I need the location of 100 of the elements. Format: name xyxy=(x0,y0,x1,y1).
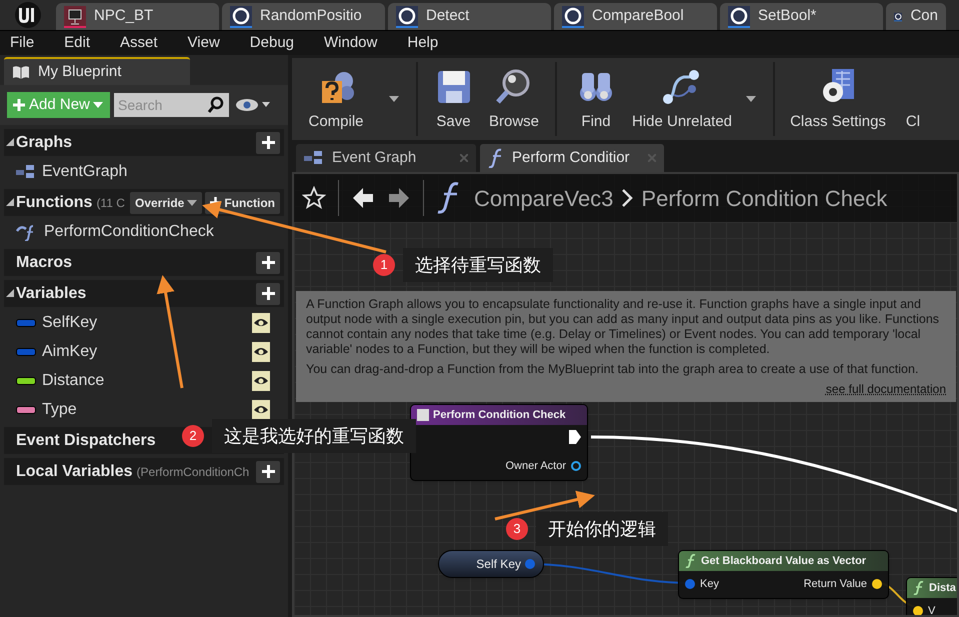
section-title: Local Variables xyxy=(16,462,133,482)
plus-icon xyxy=(12,98,26,112)
plus-icon xyxy=(262,256,274,269)
graph-tab[interactable]: Event Graph xyxy=(296,144,476,172)
book-icon xyxy=(12,65,30,79)
section-header[interactable]: Graphs xyxy=(4,129,284,156)
menu-item[interactable]: File xyxy=(10,32,34,54)
menu-item[interactable]: Edit xyxy=(64,32,90,54)
menu-item[interactable]: Window xyxy=(324,32,378,54)
section-title: Variables xyxy=(16,284,86,304)
plus-icon xyxy=(262,465,274,478)
toolbar-button[interactable]: Compile xyxy=(292,58,380,140)
node-icon xyxy=(417,409,429,421)
toolbar-button[interactable]: Save xyxy=(426,58,481,140)
document-tab[interactable]: RandomPositio xyxy=(222,3,385,30)
graph-icon xyxy=(304,151,324,165)
section-note: (11 C xyxy=(96,194,125,212)
tree-item[interactable]: EventGraph xyxy=(4,158,284,185)
pin-label: V xyxy=(928,604,936,615)
section-header[interactable]: Variables xyxy=(4,280,284,307)
document-tab[interactable]: CompareBool xyxy=(554,3,717,30)
tooltip-text: A Function Graph allows you to encapsulate functionality and re-use it. Function graphs have a single input and output node with a single execution pin, but you can add as many input and output data pins as you like. Functions cannot contain any nodes that take time (e.g. Delay or Timelines) or Event nodes. You can add temporary 'local variable' nodes to a Function, but they will be wiped when the function is completed. xyxy=(306,297,940,357)
chevron-icon xyxy=(621,188,634,208)
tooltip-text: You can drag-and-drop a Function from the MyBlueprint tab into the graph area to create a use of that function. xyxy=(306,362,920,377)
eye-icon xyxy=(252,342,270,362)
add-button[interactable] xyxy=(256,132,280,154)
breadcrumb-item[interactable]: CompareVec3 xyxy=(474,182,614,214)
document-tab[interactable]: Detect xyxy=(388,3,551,30)
add-button[interactable] xyxy=(256,252,280,274)
section-title: Functions xyxy=(16,192,92,212)
function-entry-node[interactable]: Perform Condition Check Owner Actor xyxy=(410,404,588,480)
search-field[interactable]: Search xyxy=(114,93,229,117)
section-header[interactable]: Local Variables (PerformConditionCh xyxy=(4,458,284,485)
ring-icon xyxy=(728,6,750,28)
eye-icon xyxy=(252,370,270,390)
variable-node[interactable]: Self Key xyxy=(438,550,544,578)
behavior-tree-icon xyxy=(64,6,86,28)
graph-tab[interactable]: Perform Conditior xyxy=(480,144,664,172)
document-tab[interactable]: NPC_BT xyxy=(56,3,219,30)
eye-icon xyxy=(252,312,270,332)
menu-item[interactable]: Help xyxy=(407,32,438,54)
section-title: Graphs xyxy=(16,132,72,152)
ring-icon xyxy=(396,6,418,28)
pin-label: Owner Actor xyxy=(505,459,566,474)
close-icon xyxy=(460,154,468,162)
breadcrumb-item[interactable]: Perform Condition Check xyxy=(641,182,888,214)
toolbar-button[interactable]: Class Settings xyxy=(783,58,893,140)
star-icon xyxy=(302,186,326,210)
tree-item[interactable]: SelfKey xyxy=(4,309,284,336)
section-note: (PerformConditionCh xyxy=(136,464,250,480)
forward-arrow-icon xyxy=(387,186,411,210)
function-node[interactable]: Get Blackboard Value as Vector Key Return Value xyxy=(678,550,889,598)
tree-item[interactable]: AimKey xyxy=(4,338,284,365)
graph-icon xyxy=(16,164,36,178)
menu-item[interactable]: Debug xyxy=(250,32,294,54)
function-icon xyxy=(488,148,504,168)
caret-icon xyxy=(187,200,198,206)
search-icon xyxy=(207,96,225,114)
function-icon xyxy=(913,581,925,595)
plus-icon xyxy=(262,287,274,300)
section-header[interactable]: Macros xyxy=(4,249,284,276)
toolbar-button[interactable]: Cl xyxy=(893,58,933,140)
document-tab[interactable]: SetBool* xyxy=(720,3,883,30)
node-title: Get Blackboard Value as Vector xyxy=(701,554,866,569)
pin-label: Return Value xyxy=(804,577,867,592)
panel-tab[interactable]: My Blueprint xyxy=(4,57,190,85)
eye-icon xyxy=(235,98,271,112)
eye-icon xyxy=(252,400,270,420)
ring-icon xyxy=(562,6,584,28)
plus-icon xyxy=(262,136,274,149)
menu-item[interactable]: Asset xyxy=(120,32,158,54)
exec-pin-icon xyxy=(569,430,581,444)
toolbar-button[interactable]: Browse xyxy=(481,58,547,140)
ring-icon xyxy=(230,6,252,28)
toolbar-button[interactable]: Find xyxy=(565,58,627,140)
add-button[interactable] xyxy=(256,282,280,304)
callout-tooltip: 开始你的逻辑 xyxy=(536,512,668,546)
tree-item[interactable]: PerformConditionCheck xyxy=(4,218,284,245)
section-title: Event Dispatchers xyxy=(16,430,156,450)
node-title: Dista xyxy=(929,580,956,596)
override-dropdown[interactable]: Override xyxy=(130,192,202,214)
back-arrow-icon xyxy=(351,186,375,210)
documentation-link[interactable]: see full documentation xyxy=(826,382,946,396)
menu-item[interactable]: View xyxy=(188,32,220,54)
function-icon xyxy=(685,554,697,568)
caret-icon xyxy=(746,96,756,102)
callout-tooltip: 这是我选好的重写函数 xyxy=(212,419,416,453)
add-button[interactable] xyxy=(256,460,280,482)
close-icon xyxy=(648,154,656,162)
pin-label: Key xyxy=(700,577,719,592)
node-title: Perform Condition Check xyxy=(433,408,566,423)
callout-tooltip: 选择待重写函数 xyxy=(403,248,553,282)
caret-icon xyxy=(92,102,103,108)
tree-item[interactable]: Distance xyxy=(4,367,284,394)
caret-icon xyxy=(389,96,399,102)
toolbar-button[interactable]: Hide Unrelated xyxy=(627,58,737,140)
section-header[interactable]: Functions (11 C Override Function xyxy=(4,189,284,216)
document-tab[interactable]: Con xyxy=(886,3,946,30)
pin-icon xyxy=(525,559,535,569)
function-node[interactable]: Dista V xyxy=(906,577,957,615)
